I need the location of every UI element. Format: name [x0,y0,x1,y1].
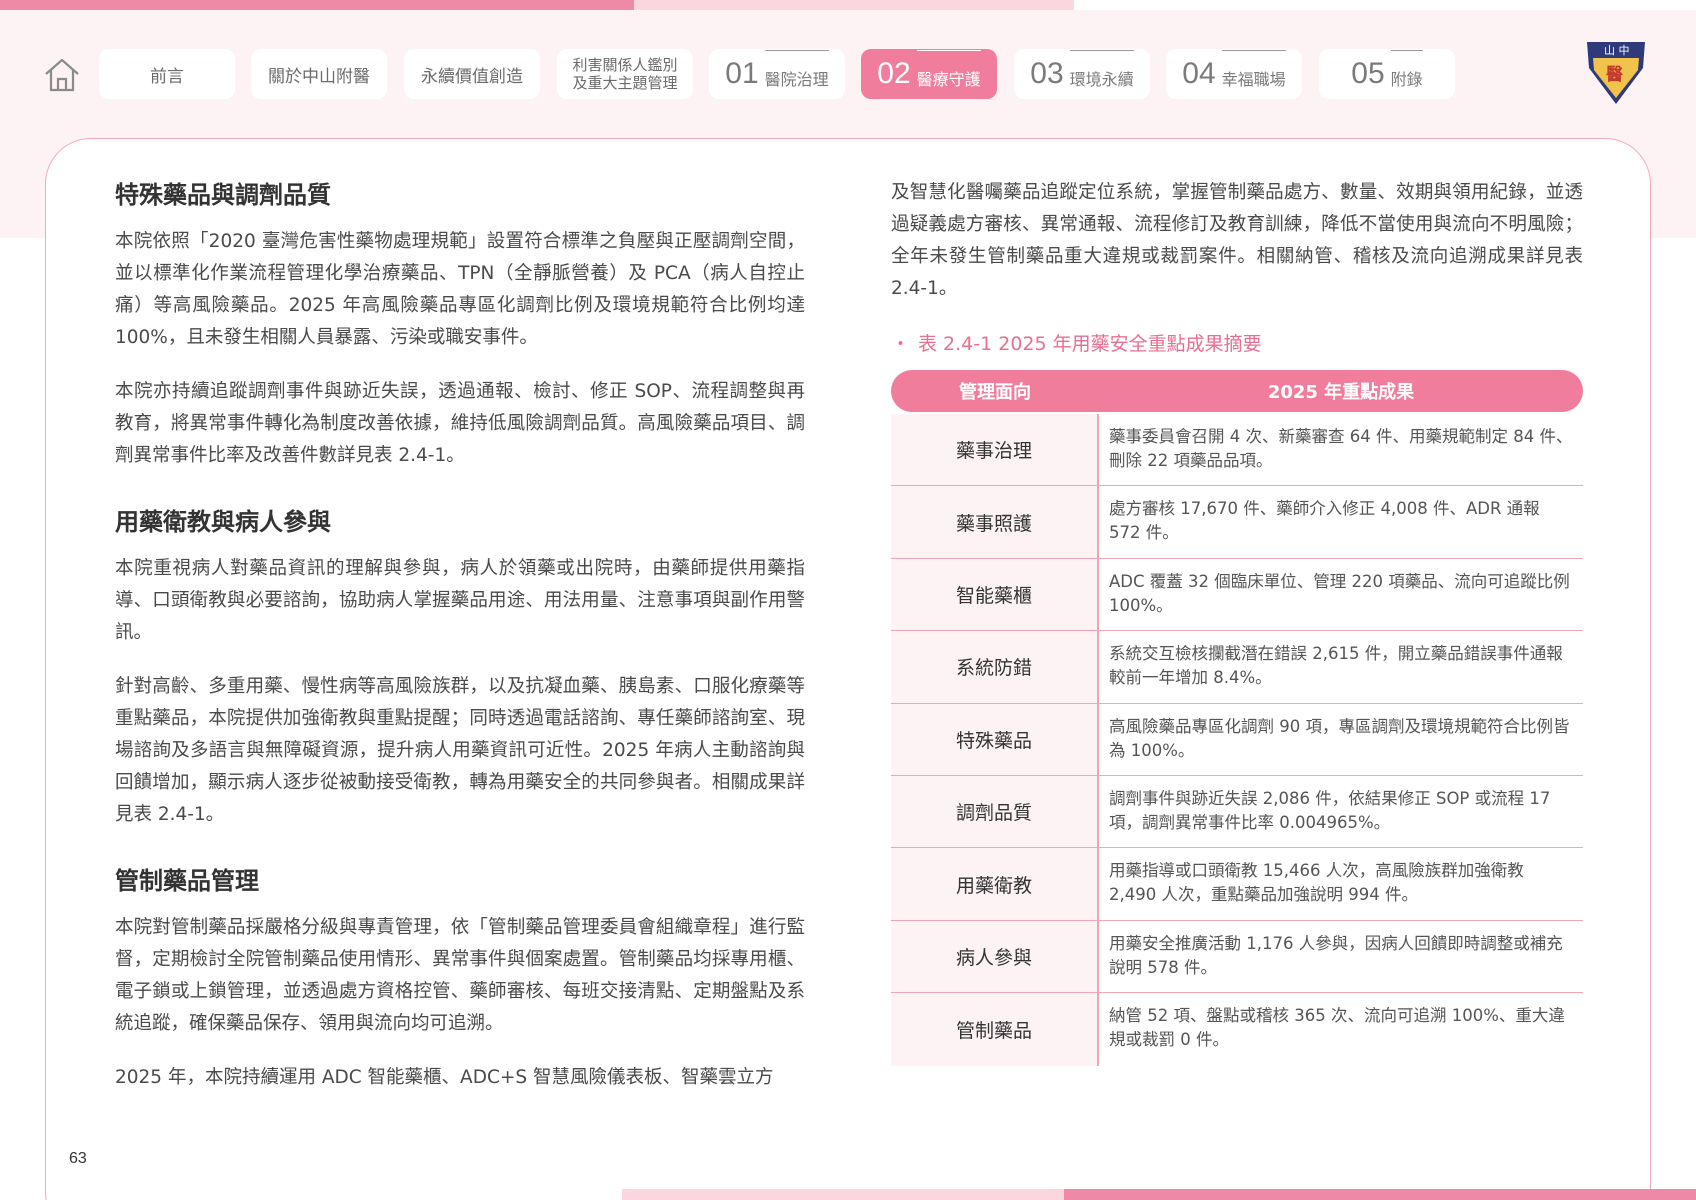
result-cell: 系統交互檢核攔截潛在錯誤 2,615 件，開立藥品錯誤事件通報較前一年增加 8.… [1109,644,1563,688]
section-title: 特殊藥品與調劑品質 [115,181,331,209]
aspect-cell: 用藥衛教 [891,848,1099,920]
table-row: 病人參與 用藥安全推廣活動 1,176 人參與，因病人回饋即時調整或補充說明 5… [891,920,1583,994]
bottom-accent-bar-light [622,1189,1064,1200]
nav-tab-chapter-01[interactable]: 01 醫院治理 [709,49,845,99]
nav-tab-number: 02 [877,57,911,90]
nav-tab-label-line1: 利害關係人鑑別 [572,56,678,74]
nav-tab-chapter-04[interactable]: 04 幸福職場 [1166,49,1302,99]
table-row: 系統防錯 系統交互檢核攔截潛在錯誤 2,615 件，開立藥品錯誤事件通報較前一年… [891,631,1583,704]
aspect-cell: 藥事照護 [891,486,1099,558]
nav-tab-label: 附錄 [1390,50,1423,90]
table-row: 用藥衛教 用藥指導或口頭衛教 15,466 人次，高風險族群加強衛教 2,490… [891,848,1583,921]
header-cell-aspect: 管理面向 [959,382,1031,403]
result-cell: ADC 覆蓋 32 個臨床單位、管理 220 項藥品、流向可追蹤比例 100%。 [1109,571,1570,615]
nav-tab-label: 醫院治理 [764,50,829,90]
aspect-cell: 調劑品質 [891,775,1099,848]
nav-tab-label-line2: 及重大主題管理 [572,74,678,92]
nav-tab-chapter-02[interactable]: 02 醫療守護 [861,49,997,99]
hospital-logo: 山 中 醫 [1585,38,1647,106]
logo-text-top: 山 中 [1604,44,1630,57]
nav-tab-label: 永續價值創造 [421,66,523,87]
table-row: 藥事照護 處方審核 17,670 件、藥師介入修正 4,008 件、ADR 通報… [891,486,1583,559]
nav-tab-stakeholders[interactable]: 利害關係人鑑別 及重大主題管理 [557,49,693,99]
paragraph: 針對高齡、多重用藥、慢性病等高風險族群，以及抗凝血藥、胰島素、口服化療藥等重點藥… [115,676,805,825]
paragraph: 本院依照「2020 臺灣危害性藥物處理規範」設置符合標準之負壓與正壓調劑空間，並… [115,231,805,348]
section-title: 管制藥品管理 [115,867,259,895]
page-number: 63 [69,1150,87,1167]
paragraph: 本院亦持續追蹤調劑事件與跡近失誤，透過通報、檢討、修正 SOP、流程調整與再教育… [115,381,805,466]
nav-tab-label: 醫療守護 [916,50,981,90]
nav-tab-label: 前言 [150,66,184,87]
paragraph: 及智慧化醫囑藥品追蹤定位系統，掌握管制藥品處方、數量、效期與領用紀錄，並透過疑義… [891,182,1583,299]
nav-tab-about[interactable]: 關於中山附醫 [251,49,387,99]
nav-tab-preface[interactable]: 前言 [99,49,235,99]
nav-tab-label: 幸福職場 [1221,50,1286,90]
bottom-accent-bar [1064,1189,1696,1200]
top-accent-bar-light [634,0,1074,10]
aspect-cell: 病人參與 [891,920,1099,993]
top-accent-bar [0,0,634,10]
section-title: 用藥衛教與病人參與 [115,508,331,536]
header-cell-results: 2025 年重點成果 [1267,382,1415,403]
aspect-cell: 系統防錯 [891,631,1099,703]
nav-tab-number: 05 [1351,57,1385,90]
nav-tab-number: 01 [725,57,759,90]
caption-bullet: ・ [891,333,911,355]
paragraph: 本院對管制藥品採嚴格分級與專責管理，依「管制藥品管理委員會組織章程」進行監督，定… [115,917,805,1034]
home-icon[interactable] [42,54,82,94]
logo-text-mid: 醫 [1606,65,1623,85]
right-column: 及智慧化醫囑藥品追蹤定位系統，掌握管制藥品處方、數量、效期與領用紀錄，並透過疑義… [891,177,1583,1066]
aspect-cell: 特殊藥品 [891,703,1099,775]
result-cell: 高風險藥品專區化調劑 90 項，專區調劑及環境規範符合比例皆為 100%。 [1109,716,1570,760]
nav-tab-chapter-03[interactable]: 03 環境永續 [1014,49,1150,99]
nav-tab-chapter-05[interactable]: 05 附錄 [1319,49,1455,99]
aspect-cell: 管制藥品 [891,993,1099,1066]
aspect-cell: 藥事治理 [891,414,1099,486]
result-cell: 納管 52 項、盤點或稽核 365 次、流向可追溯 100%、重大違規或裁罰 0… [1109,1006,1565,1050]
table-row: 特殊藥品 高風險藥品專區化調劑 90 項，專區調劑及環境規範符合比例皆為 100… [891,703,1583,776]
paragraph: 本院重視病人對藥品資訊的理解與參與，病人於領藥或出院時，由藥師提供用藥指導、口頭… [115,558,805,643]
table-caption: ・表 2.4-1 2025 年用藥安全重點成果摘要 [891,329,1583,356]
caption-text: 表 2.4-1 2025 年用藥安全重點成果摘要 [918,333,1262,355]
results-table: 管理面向 2025 年重點成果 藥事治理 藥事委員會召開 4 次、新藥審查 64… [891,370,1583,1066]
result-cell: 處方審核 17,670 件、藥師介入修正 4,008 件、ADR 通報 572 … [1109,499,1540,543]
table-row: 藥事治理 藥事委員會召開 4 次、新藥審查 64 件、用藥規範制定 84 件、刪… [891,414,1583,487]
table-row: 管制藥品 納管 52 項、盤點或稽核 365 次、流向可追溯 100%、重大違規… [891,993,1583,1066]
result-cell: 用藥安全推廣活動 1,176 人參與，因病人回饋即時調整或補充說明 578 件。 [1109,933,1563,977]
aspect-cell: 智能藥櫃 [891,558,1099,631]
table-row: 智能藥櫃 ADC 覆蓋 32 個臨床單位、管理 220 項藥品、流向可追蹤比例 … [891,558,1583,632]
nav-tab-number: 03 [1030,57,1064,90]
nav-tab-value-creation[interactable]: 永續價值創造 [404,49,540,99]
nav-tab-label: 環境永續 [1069,50,1134,90]
nav-tab-number: 04 [1182,57,1216,90]
nav-tab-label: 關於中山附醫 [268,66,370,87]
paragraph: 2025 年，本院持續運用 ADC 智能藥櫃、ADC+S 智慧風險儀表板、智藥雲… [115,1067,774,1088]
result-cell: 藥事委員會召開 4 次、新藥審查 64 件、用藥規範制定 84 件、刪除 22 … [1109,427,1573,470]
table-header: 管理面向 2025 年重點成果 [891,370,1583,412]
table-row: 調劑品質 調劑事件與跡近失誤 2,086 件，依結果修正 SOP 或流程 17 … [891,775,1583,849]
result-cell: 用藥指導或口頭衛教 15,466 人次，高風險族群加強衛教 2,490 人次，重… [1109,861,1524,905]
left-column: 特殊藥品與調劑品質 本院依照「2020 臺灣危害性藥物處理規範」設置符合標準之負… [115,175,805,1116]
result-cell: 調劑事件與跡近失誤 2,086 件，依結果修正 SOP 或流程 17 項，調劑異… [1109,788,1551,832]
